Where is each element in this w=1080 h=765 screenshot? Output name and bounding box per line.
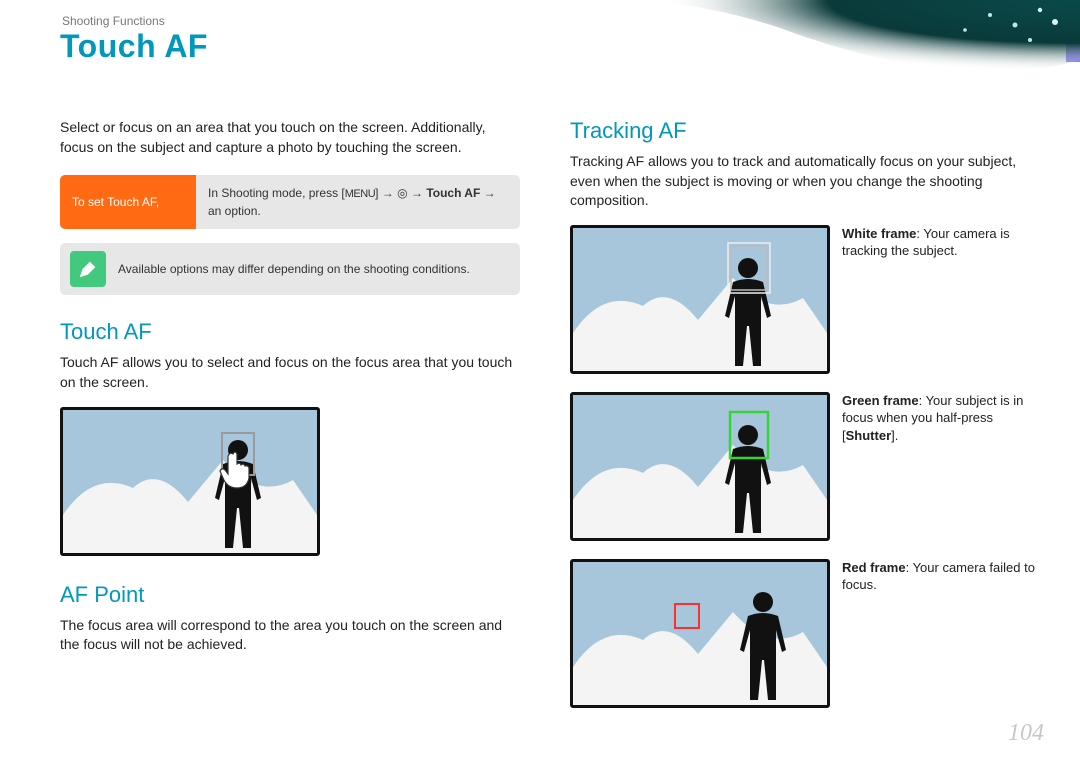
section-heading-touch-af: Touch AF xyxy=(60,319,520,345)
touch-hand-icon xyxy=(215,448,257,490)
page-title: Touch AF xyxy=(60,28,208,65)
note-text: Available options may differ depending o… xyxy=(118,262,470,276)
section-heading-af-point: AF Point xyxy=(60,582,520,608)
note-box: Available options may differ depending o… xyxy=(60,243,520,295)
pen-icon xyxy=(70,251,106,287)
red-frame-box xyxy=(673,602,701,630)
intro-text: Select or focus on an area that you touc… xyxy=(60,118,520,157)
illustration-white-frame xyxy=(570,225,830,374)
camera-icon: ◎ xyxy=(397,186,407,200)
caption-green: Green frame: Your subject is in focus wh… xyxy=(842,392,1035,445)
side-tab xyxy=(1066,4,1080,62)
menu-button-glyph: MENU xyxy=(345,188,375,200)
green-frame-box xyxy=(727,409,771,461)
caption-white: White frame: Your camera is tracking the… xyxy=(842,225,1035,260)
decorative-curve xyxy=(660,0,1080,100)
left-column: Select or focus on an area that you touc… xyxy=(60,118,520,669)
page-number: 104 xyxy=(1008,720,1044,747)
section-body-af-point: The focus area will correspond to the ar… xyxy=(60,616,520,655)
caption-red: Red frame: Your camera failed to focus. xyxy=(842,559,1035,594)
illustration-red-frame xyxy=(570,559,830,708)
breadcrumb: Shooting Functions xyxy=(62,14,165,28)
manual-page: { "header": { "breadcrumb": "Shooting Fu… xyxy=(0,0,1080,765)
white-frame-box xyxy=(727,242,771,294)
section-body-tracking-af: Tracking AF allows you to track and auto… xyxy=(570,152,1035,211)
instruction-row: To set Touch AF, In Shooting mode, press… xyxy=(60,175,520,229)
section-heading-tracking-af: Tracking AF xyxy=(570,118,1035,144)
illustration-green-frame xyxy=(570,392,830,541)
right-column: Tracking AF Tracking AF allows you to tr… xyxy=(570,118,1035,708)
instruction-text: In Shooting mode, press [MENU] → ◎ → Tou… xyxy=(196,175,520,229)
illustration-touch-af xyxy=(60,407,320,556)
instruction-label: To set Touch AF, xyxy=(60,175,196,229)
section-body-touch-af: Touch AF allows you to select and focus … xyxy=(60,353,520,392)
